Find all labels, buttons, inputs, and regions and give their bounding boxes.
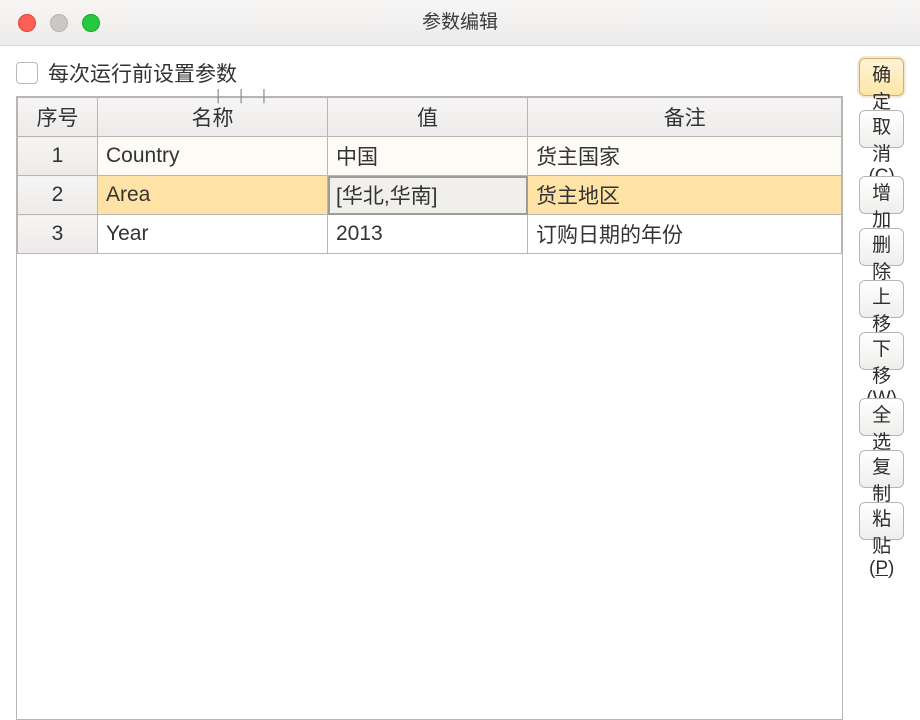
cell-name[interactable]: Area <box>98 176 328 215</box>
add-button[interactable]: 增加(A) <box>859 176 904 214</box>
move-down-button[interactable]: 下移(W) <box>859 332 904 370</box>
header-note[interactable]: 备注 <box>528 98 842 137</box>
maximize-icon[interactable] <box>82 14 100 32</box>
ok-button[interactable]: 确定(O) <box>859 58 904 96</box>
cancel-button-text: 取消 <box>872 117 891 165</box>
table-row[interactable]: 3 Year 2013 订购日期的年份 <box>18 215 842 254</box>
cell-note[interactable]: 货主地区 <box>528 176 842 215</box>
paste-button-text: 粘贴 <box>872 509 891 557</box>
set-params-each-run-row: 每次运行前设置参数 | | | <box>16 58 843 88</box>
parameter-table[interactable]: 序号 名称 值 备注 1 Country 中国 货主国家 <box>16 96 843 720</box>
cell-value[interactable]: 2013 <box>328 215 528 254</box>
delete-button[interactable]: 删除(D) <box>859 228 904 266</box>
set-params-each-run-label: 每次运行前设置参数 <box>48 58 237 88</box>
select-all-button-text: 全选 <box>872 405 891 453</box>
cell-value-editing[interactable]: [华北,华南] <box>328 176 528 215</box>
table-row-selected[interactable]: 2 Area [华北,华南] 货主地区 <box>18 176 842 215</box>
copy-button-text: 复制 <box>872 457 891 505</box>
column-resize-handle-icon[interactable]: | | | <box>214 88 271 104</box>
cell-note[interactable]: 货主国家 <box>528 137 842 176</box>
cell-index: 3 <box>18 215 98 254</box>
add-button-text: 增加 <box>872 183 891 231</box>
cell-note[interactable]: 订购日期的年份 <box>528 215 842 254</box>
move-up-button[interactable]: 上移(U) <box>859 280 904 318</box>
minimize-icon[interactable] <box>50 14 68 32</box>
cell-index: 1 <box>18 137 98 176</box>
paste-button-key: P <box>875 558 888 579</box>
move-down-button-text: 下移 <box>872 339 891 387</box>
table-row[interactable]: 1 Country 中国 货主国家 <box>18 137 842 176</box>
header-value[interactable]: 值 <box>328 98 528 137</box>
header-name[interactable]: 名称 <box>98 98 328 137</box>
cell-name[interactable]: Country <box>98 137 328 176</box>
button-panel: 确定(O) 取消(C) 增加(A) 删除(D) 上移(U) 下移(W) 全选(A… <box>859 58 904 720</box>
close-icon[interactable] <box>18 14 36 32</box>
paste-button[interactable]: 粘贴(P) <box>859 502 904 540</box>
move-up-button-text: 上移 <box>872 287 891 335</box>
cell-index: 2 <box>18 176 98 215</box>
copy-button[interactable]: 复制(X) <box>859 450 904 488</box>
set-params-each-run-checkbox[interactable] <box>16 62 38 84</box>
delete-button-text: 删除 <box>872 235 891 283</box>
left-panel: 每次运行前设置参数 | | | 序号 名称 值 备注 <box>16 58 843 720</box>
cancel-button[interactable]: 取消(C) <box>859 110 904 148</box>
window-controls <box>18 14 100 32</box>
table-header-row: 序号 名称 值 备注 <box>18 98 842 137</box>
window-title: 参数编辑 <box>422 12 498 33</box>
cell-name[interactable]: Year <box>98 215 328 254</box>
ok-button-text: 确定 <box>872 65 891 113</box>
header-index[interactable]: 序号 <box>18 98 98 137</box>
cell-value[interactable]: 中国 <box>328 137 528 176</box>
dialog-content: 每次运行前设置参数 | | | 序号 名称 值 备注 <box>0 46 920 720</box>
select-all-button[interactable]: 全选(A) <box>859 398 904 436</box>
parameter-edit-window: 参数编辑 每次运行前设置参数 | | | 序号 名称 值 <box>0 0 920 720</box>
titlebar: 参数编辑 <box>0 0 920 46</box>
